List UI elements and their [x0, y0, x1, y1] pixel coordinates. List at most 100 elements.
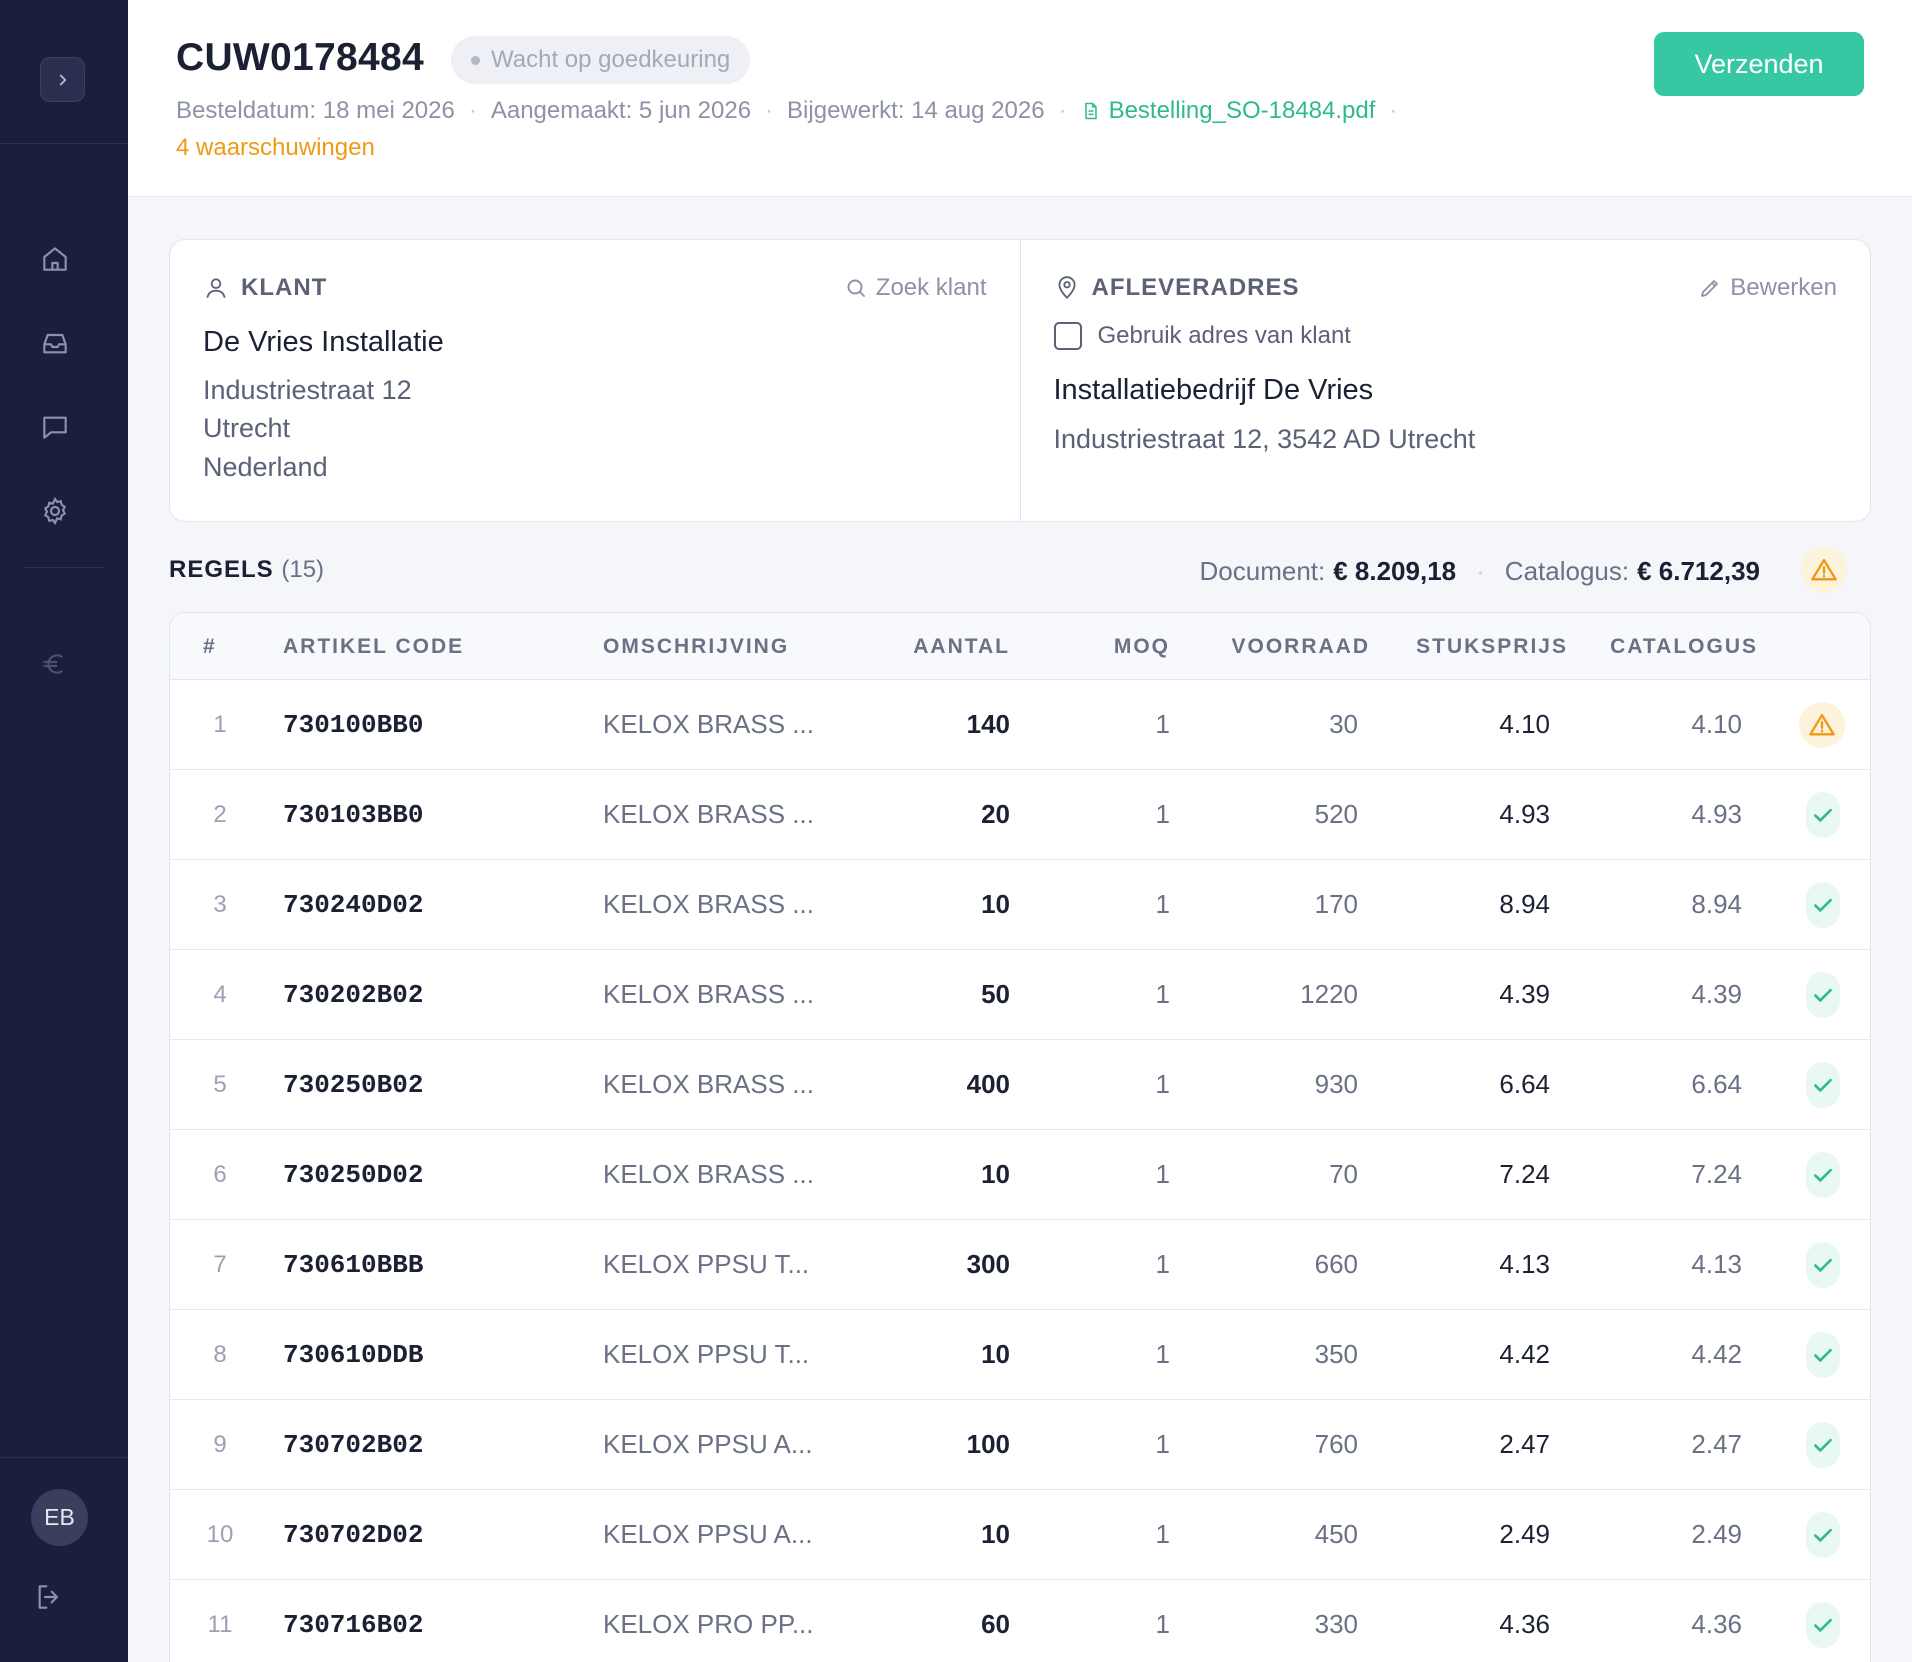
- row-number-cell: 6: [213, 1160, 227, 1188]
- location-pin-icon: [1057, 276, 1076, 300]
- table-row[interactable]: 6 730250D02 KELOX BRASS ... 10 1 70 7.24 7.24: [170, 1130, 1870, 1220]
- row-ok-badge[interactable]: [1806, 792, 1840, 838]
- check-icon: [1814, 988, 1832, 1002]
- use-customer-address-checkbox[interactable]: [1053, 322, 1082, 350]
- table-row[interactable]: 1 730100BB0 KELOX BRASS ... 140 1 30 4.10 4.10: [170, 680, 1870, 770]
- moq-cell: 1: [1155, 1159, 1170, 1189]
- table-row[interactable]: 3 730240D02 KELOX BRASS ... 10 1 170 8.94 8.94: [170, 860, 1870, 950]
- row-ok-badge[interactable]: [1806, 1512, 1840, 1558]
- totals-warning-button[interactable]: [1801, 547, 1847, 593]
- meta-separator: ·: [1058, 97, 1067, 124]
- stock-cell: 170: [1314, 889, 1358, 919]
- row-number-cell: 11: [207, 1610, 233, 1638]
- unit-price-cell: 2.49: [1499, 1519, 1550, 1549]
- article-code-cell: 730610DDB: [283, 1339, 424, 1370]
- row-ok-badge[interactable]: [1806, 1152, 1840, 1198]
- warnings-link[interactable]: 4 waarschuwingen: [176, 134, 375, 162]
- description-cell: KELOX BRASS ...: [603, 799, 814, 829]
- moq-cell: 1: [1155, 799, 1170, 829]
- quantity-cell: 10: [981, 889, 1010, 919]
- catalog-price-cell: 4.36: [1691, 1609, 1742, 1639]
- table-row[interactable]: 9 730702B02 KELOX PPSU A... 100 1 760 2.47 2.47: [170, 1400, 1870, 1490]
- sidebar-toggle-button[interactable]: [40, 57, 85, 102]
- nav-messages[interactable]: [36, 408, 74, 446]
- row-ok-badge[interactable]: [1806, 1332, 1840, 1378]
- unit-price-cell: 4.93: [1499, 799, 1550, 829]
- customer-street: Industriestraat 12: [203, 375, 412, 405]
- table-row[interactable]: 10 730702D02 KELOX PPSU A... 10 1 450 2.49 2.49: [170, 1490, 1870, 1580]
- stock-cell: 350: [1314, 1339, 1358, 1369]
- stock-cell: 660: [1314, 1249, 1358, 1279]
- table-row[interactable]: 5 730250B02 KELOX BRASS ... 400 1 930 6.64 6.64: [170, 1040, 1870, 1130]
- column-header-catalog: CATALOGUS: [1610, 635, 1758, 658]
- description-cell: KELOX PRO PP...: [603, 1609, 814, 1639]
- order-meta: Besteldatum: 18 mei 2026 · Aangemaakt: 5…: [176, 97, 1411, 125]
- catalog-total-label: Catalogus:: [1504, 556, 1630, 586]
- stock-cell: 1220: [1300, 979, 1358, 1009]
- pdf-link[interactable]: Bestelling_SO-18484.pdf: [1081, 97, 1375, 125]
- send-button[interactable]: Verzenden: [1654, 32, 1864, 96]
- unit-price-cell: 4.36: [1499, 1609, 1550, 1639]
- moq-cell: 1: [1155, 1339, 1170, 1369]
- chevron-right-icon: [59, 74, 66, 85]
- search-customer-label: Zoek klant: [875, 274, 987, 301]
- avatar[interactable]: EB: [31, 1489, 88, 1546]
- sidebar-divider: [0, 143, 128, 144]
- delivery-name: Installatiebedrijf De Vries: [1053, 374, 1374, 406]
- nav-home[interactable]: [36, 240, 74, 278]
- nav-inbox[interactable]: [36, 324, 74, 362]
- customer-city: Utrecht: [203, 413, 291, 443]
- use-customer-address-toggle[interactable]: Gebruik adres van klant: [1053, 322, 1351, 350]
- info-cards: KLANT Zoek klant De Vries Installatie In…: [169, 239, 1871, 522]
- article-code-cell: 730610BBB: [283, 1249, 424, 1280]
- article-code-cell: 730240D02: [283, 889, 424, 920]
- customer-card-title: KLANT: [203, 274, 327, 302]
- moq-cell: 1: [1155, 1609, 1170, 1639]
- search-customer-button[interactable]: Zoek klant: [844, 274, 987, 302]
- pencil-icon: [1701, 280, 1719, 297]
- column-header-moq: MOQ: [1113, 635, 1170, 658]
- unit-price-cell: 4.13: [1499, 1249, 1550, 1279]
- page-title: CUW0178484: [176, 36, 424, 79]
- quantity-cell: 20: [981, 799, 1010, 829]
- row-number-cell: 10: [206, 1520, 234, 1548]
- stock-cell: 330: [1314, 1609, 1358, 1639]
- stock-cell: 450: [1314, 1519, 1358, 1549]
- row-ok-badge[interactable]: [1806, 882, 1840, 928]
- quantity-cell: 300: [966, 1249, 1010, 1279]
- search-icon: [847, 279, 865, 297]
- sidebar-divider: [0, 1457, 128, 1458]
- table-row[interactable]: 2 730103BB0 KELOX BRASS ... 20 1 520 4.93 4.93: [170, 770, 1870, 860]
- description-cell: KELOX BRASS ...: [603, 1159, 814, 1189]
- table-row[interactable]: 4 730202B02 KELOX BRASS ... 50 1 1220 4.39 4.39: [170, 950, 1870, 1040]
- logout-button[interactable]: [30, 1578, 68, 1616]
- description-cell: KELOX BRASS ...: [603, 979, 814, 1009]
- column-header-unit-price: STUKSPRIJS: [1416, 635, 1568, 658]
- moq-cell: 1: [1155, 1249, 1170, 1279]
- nav-finance[interactable]: [36, 645, 74, 683]
- check-icon: [1814, 1168, 1832, 1182]
- catalog-price-cell: 7.24: [1691, 1159, 1742, 1189]
- quantity-cell: 10: [981, 1519, 1010, 1549]
- row-ok-badge[interactable]: [1806, 1062, 1840, 1108]
- chat-icon: [43, 416, 67, 439]
- delivery-card: AFLEVERADRES Bewerken Gebruik adres van …: [1019, 240, 1871, 521]
- customer-country: Nederland: [203, 452, 328, 482]
- table-row[interactable]: 7 730610BBB KELOX PPSU T... 300 1 660 4.13 4.13: [170, 1220, 1870, 1310]
- row-ok-badge[interactable]: [1806, 1602, 1840, 1648]
- row-ok-badge[interactable]: [1806, 1422, 1840, 1468]
- quantity-cell: 60: [981, 1609, 1010, 1639]
- logout-icon: [38, 1585, 59, 1609]
- nav-settings[interactable]: [36, 492, 74, 530]
- row-warning-badge[interactable]: [1799, 702, 1845, 748]
- row-ok-badge[interactable]: [1806, 972, 1840, 1018]
- article-code-cell: 730250D02: [283, 1159, 424, 1190]
- moq-cell: 1: [1155, 979, 1170, 1009]
- catalog-price-cell: 4.42: [1691, 1339, 1742, 1369]
- delivery-address: Industriestraat 12, 3542 AD Utrecht: [1053, 424, 1476, 454]
- table-row[interactable]: 11 730716B02 KELOX PRO PP... 60 1 330 4.36 4.36: [170, 1580, 1870, 1662]
- edit-address-button[interactable]: Bewerken: [1698, 274, 1837, 302]
- check-icon: [1814, 808, 1832, 822]
- table-row[interactable]: 8 730610DDB KELOX PPSU T... 10 1 350 4.42 4.42: [170, 1310, 1870, 1400]
- row-ok-badge[interactable]: [1806, 1242, 1840, 1288]
